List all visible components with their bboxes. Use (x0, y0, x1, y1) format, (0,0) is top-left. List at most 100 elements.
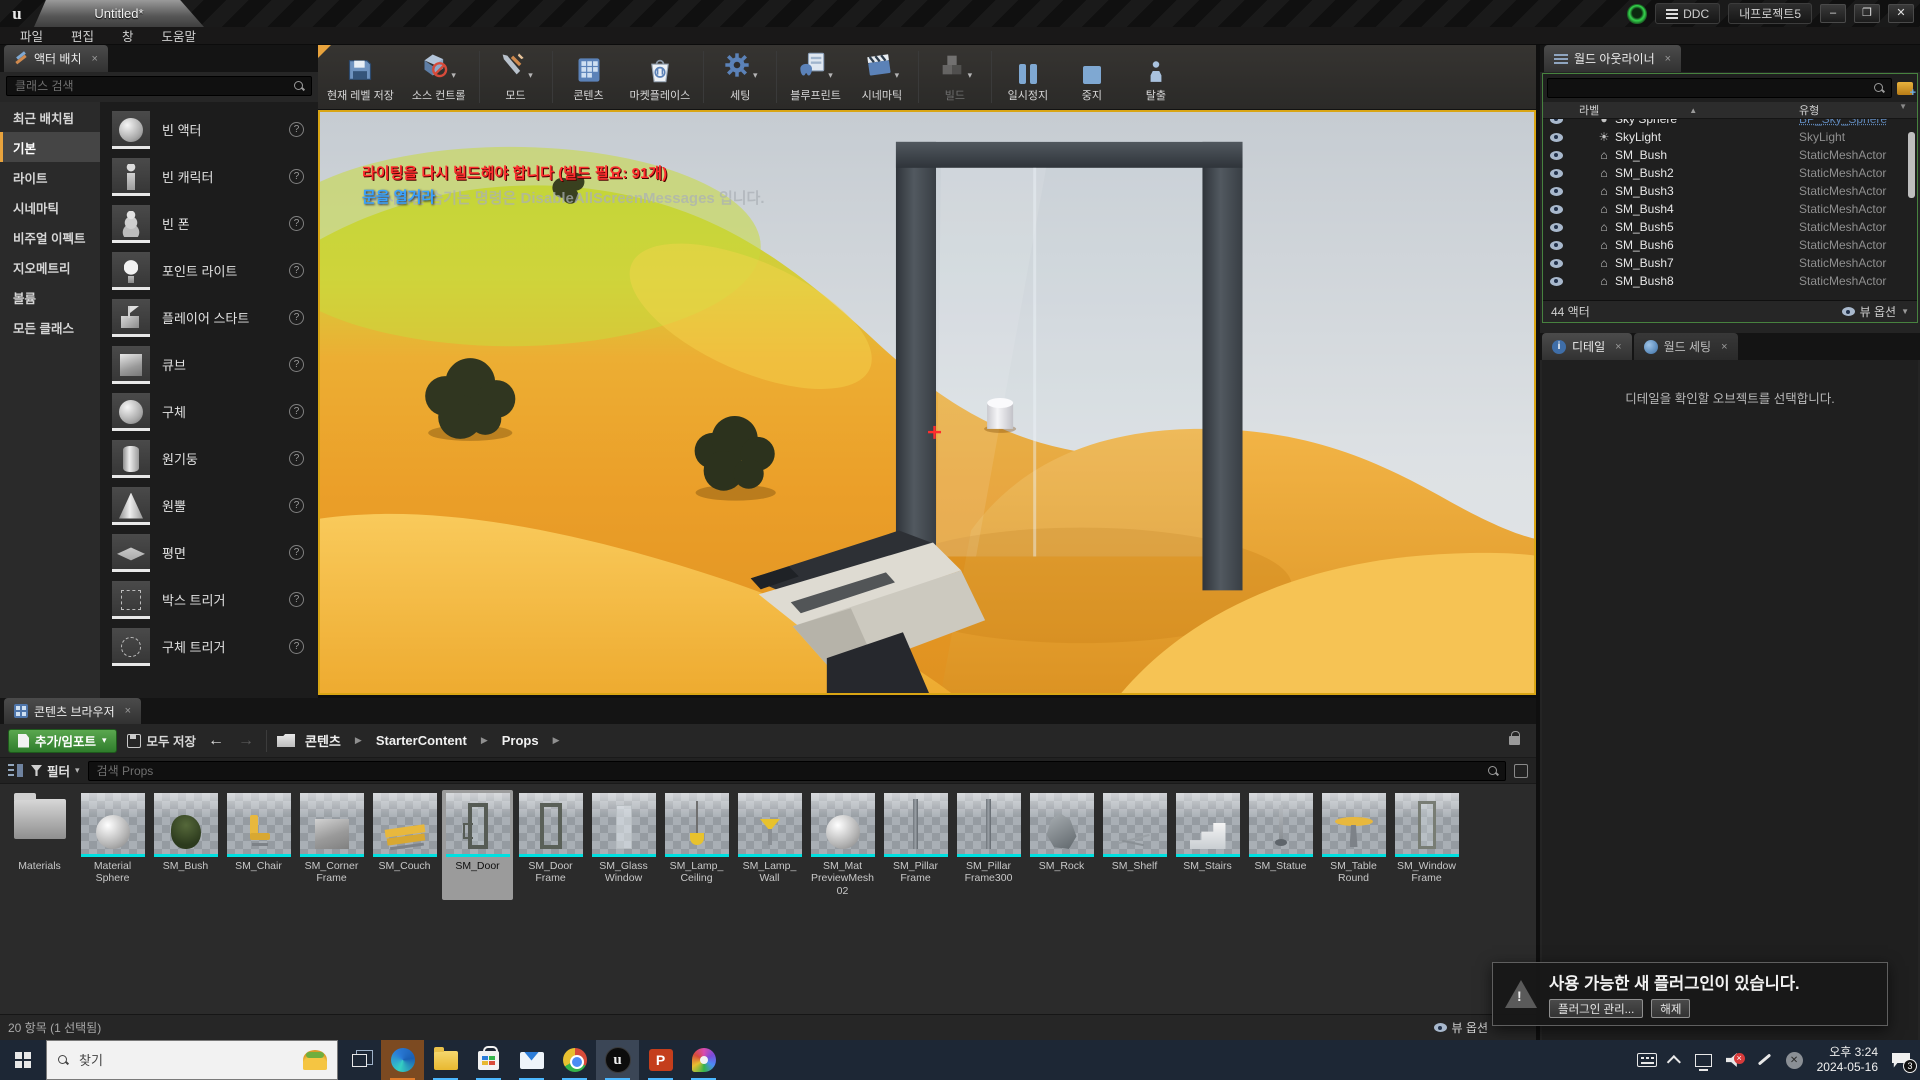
category-visual-effects[interactable]: 비주얼 이펙트 (0, 222, 100, 252)
asset-tile[interactable]: SM_Pillar Frame (880, 790, 951, 900)
place-item-sphere-trigger[interactable]: 구체 트리거? (100, 623, 318, 670)
help-icon[interactable]: ? (289, 639, 304, 654)
place-item-point-light[interactable]: 포인트 라이트? (100, 247, 318, 294)
visibility-eye-icon[interactable] (1550, 277, 1563, 286)
help-icon[interactable]: ? (289, 169, 304, 184)
forward-button[interactable]: → (236, 732, 256, 750)
column-type[interactable]: 유형▼ (1799, 102, 1917, 118)
source-control-button[interactable]: ▾ 소스 컨트롤 (403, 45, 475, 109)
close-tab-icon[interactable]: × (1721, 341, 1727, 353)
minimize-button[interactable]: – (1820, 4, 1846, 23)
save-all-button[interactable]: 모두 저장 (127, 729, 196, 753)
visibility-eye-icon[interactable] (1550, 223, 1563, 232)
sources-panel-icon[interactable] (8, 764, 23, 777)
view-settings-icon[interactable] (1514, 764, 1528, 778)
actor-row[interactable]: ⌂ SM_Bush2 StaticMeshActor (1543, 164, 1917, 182)
filter-icon[interactable]: ▼ (1899, 102, 1907, 118)
level-tab[interactable]: Untitled* (34, 0, 204, 27)
build-button[interactable]: ▾ 빌드 (923, 45, 987, 109)
menu-help[interactable]: 도움말 (150, 26, 209, 45)
outliner-scrollbar[interactable] (1908, 132, 1915, 198)
restore-button[interactable]: ❐ (1854, 4, 1880, 23)
taskbar-app-unreal[interactable]: u (596, 1040, 639, 1080)
pen-icon[interactable] (1756, 1052, 1772, 1068)
taskbar-app-powerpoint[interactable]: P (639, 1040, 682, 1080)
breadcrumb-content[interactable]: 콘텐츠 (305, 731, 341, 750)
category-basic[interactable]: 기본 (0, 132, 100, 162)
taskbar-app-mail[interactable] (510, 1040, 553, 1080)
actor-row[interactable]: ⌂ SM_Bush3 StaticMeshActor (1543, 182, 1917, 200)
taskbar-app-store[interactable] (467, 1040, 510, 1080)
compile-status-icon[interactable] (1627, 4, 1647, 24)
place-actors-tab[interactable]: 액터 배치 × (4, 45, 108, 72)
actor-row[interactable]: ● Sky Sphere BP_Sky_Sphere (1543, 119, 1917, 128)
ddc-button[interactable]: DDC (1655, 3, 1720, 24)
asset-tile[interactable]: SM_Lamp_ Ceiling (661, 790, 732, 900)
help-icon[interactable]: ? (289, 498, 304, 513)
asset-tile[interactable]: SM_Couch (369, 790, 440, 900)
details-tab[interactable]: i 디테일 × (1542, 333, 1632, 360)
action-center-button[interactable]: 3 (1892, 1053, 1910, 1068)
visibility-eye-icon[interactable] (1550, 151, 1563, 160)
help-icon[interactable]: ? (289, 263, 304, 278)
menu-window[interactable]: 창 (110, 26, 146, 45)
asset-tile[interactable]: SM_Window Frame (1391, 790, 1462, 900)
asset-tile[interactable]: SM_Corner Frame (296, 790, 367, 900)
category-all-classes[interactable]: 모든 클래스 (0, 312, 100, 342)
dismiss-button[interactable]: 해제 (1651, 999, 1690, 1018)
actor-row[interactable]: ⌂ SM_Bush4 StaticMeshActor (1543, 200, 1917, 218)
category-cinematic[interactable]: 시네마틱 (0, 192, 100, 222)
help-icon[interactable]: ? (289, 357, 304, 372)
pause-button[interactable]: 일시정지 (996, 45, 1060, 109)
category-geometry[interactable]: 지오메트리 (0, 252, 100, 282)
taskbar-search-box[interactable] (46, 1040, 338, 1080)
eject-button[interactable]: 탈출 (1124, 45, 1188, 109)
task-view-button[interactable] (338, 1040, 381, 1080)
tray-status-icon[interactable]: ✕ (1786, 1052, 1803, 1069)
asset-tile[interactable]: SM_Pillar Frame300 (953, 790, 1024, 900)
asset-search-input[interactable] (95, 763, 1487, 779)
outliner-search-input[interactable] (1554, 80, 1873, 96)
column-label[interactable]: 라벨 (1543, 102, 1599, 118)
start-button[interactable] (0, 1040, 46, 1080)
add-folder-icon[interactable] (1897, 82, 1913, 95)
place-item-cube[interactable]: 큐브? (100, 341, 318, 388)
asset-tile-selected[interactable]: SM_Door (442, 790, 513, 900)
manage-plugins-button[interactable]: 플러그인 관리... (1549, 999, 1643, 1018)
viewport-3d[interactable]: 메시지를 숨기는 명령은 DisableAllScreenMessages 입니… (318, 110, 1536, 695)
place-item-box-trigger[interactable]: 박스 트리거? (100, 576, 318, 623)
help-icon[interactable]: ? (289, 592, 304, 607)
visibility-eye-icon[interactable] (1550, 241, 1563, 250)
category-recent[interactable]: 최근 배치됨 (0, 102, 100, 132)
category-volumes[interactable]: 볼륨 (0, 282, 100, 312)
taskbar-app-edge[interactable] (381, 1040, 424, 1080)
actor-row[interactable]: ⌂ SM_Bush7 StaticMeshActor (1543, 254, 1917, 272)
close-tab-icon[interactable]: × (1665, 53, 1671, 65)
visibility-eye-icon[interactable] (1550, 133, 1563, 142)
stop-button[interactable]: 중지 (1060, 45, 1124, 109)
blueprints-button[interactable]: ▾ 블루프린트 (781, 45, 850, 109)
content-button[interactable]: 콘텐츠 (557, 45, 621, 109)
ime-keyboard-icon[interactable] (1637, 1053, 1657, 1067)
asset-tile[interactable]: SM_Door Frame (515, 790, 586, 900)
asset-tile[interactable]: SM_Rock (1026, 790, 1097, 900)
asset-tile[interactable]: SM_Glass Window (588, 790, 659, 900)
taskbar-search-input[interactable] (77, 1052, 295, 1069)
asset-tile[interactable]: SM_Stairs (1172, 790, 1243, 900)
place-item-cylinder[interactable]: 원기둥? (100, 435, 318, 482)
modes-button[interactable]: ▾ 모드 (484, 45, 548, 109)
place-item-empty-actor[interactable]: 빈 액터? (100, 106, 318, 153)
tray-chevron-up-icon[interactable] (1671, 1055, 1681, 1065)
actor-row[interactable]: ⌂ SM_Bush StaticMeshActor (1543, 146, 1917, 164)
place-item-plane[interactable]: 평면? (100, 529, 318, 576)
taskbar-clock[interactable]: 오후 3:24 2024-05-16 (1817, 1045, 1878, 1075)
help-icon[interactable]: ? (289, 545, 304, 560)
asset-tile[interactable]: SM_Chair (223, 790, 294, 900)
asset-tile[interactable]: SM_Statue (1245, 790, 1316, 900)
sort-asc-icon[interactable]: ▲ (1689, 106, 1697, 115)
filter-button[interactable]: 필터 ▾ (31, 761, 80, 780)
world-outliner-tab[interactable]: 월드 아웃라이너 × (1544, 45, 1681, 72)
asset-tile[interactable]: SM_Lamp_ Wall (734, 790, 805, 900)
menu-edit[interactable]: 편집 (59, 26, 106, 45)
place-item-player-start[interactable]: 플레이어 스타트? (100, 294, 318, 341)
